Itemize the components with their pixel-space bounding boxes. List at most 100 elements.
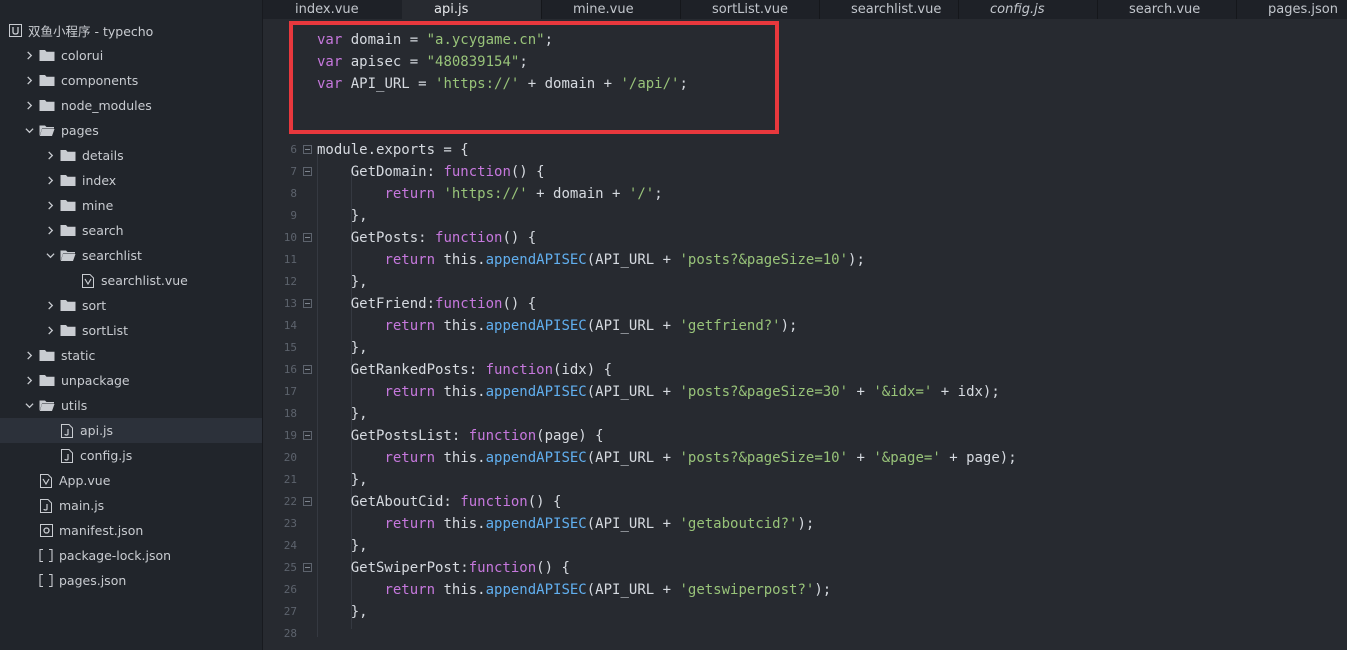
fold-toggle-icon[interactable] bbox=[303, 233, 312, 242]
tree-item-label: index bbox=[82, 173, 117, 188]
folder-unpackage[interactable]: unpackage bbox=[0, 368, 262, 393]
tab-mine-vue[interactable]: mine.vue bbox=[541, 0, 681, 19]
code-line[interactable]: 28 bbox=[263, 623, 1347, 645]
code-line[interactable]: 11 return this.appendAPISEC(API_URL + 'p… bbox=[263, 249, 1347, 271]
file-pages-json[interactable]: pages.json bbox=[0, 568, 262, 593]
folder-search[interactable]: search bbox=[0, 218, 262, 243]
code-text: GetPostsList: function(page) { bbox=[317, 428, 604, 444]
code-line[interactable]: 14 return this.appendAPISEC(API_URL + 'g… bbox=[263, 315, 1347, 337]
code-line[interactable]: 13 GetFriend:function() { bbox=[263, 293, 1347, 315]
code-line[interactable]: 21 }, bbox=[263, 469, 1347, 491]
folder-sortlist[interactable]: sortList bbox=[0, 318, 262, 343]
file-api-js[interactable]: api.js bbox=[0, 418, 262, 443]
code-text: }, bbox=[317, 340, 368, 356]
js-file-icon bbox=[60, 423, 74, 438]
file-main-js[interactable]: main.js bbox=[0, 493, 262, 518]
js-file-icon bbox=[60, 448, 74, 463]
line-number: 19 bbox=[283, 429, 297, 442]
chevron-down-icon[interactable] bbox=[22, 124, 36, 138]
code-line[interactable]: 12 }, bbox=[263, 271, 1347, 293]
chevron-right-icon[interactable] bbox=[43, 224, 57, 238]
folder-details[interactable]: details bbox=[0, 143, 262, 168]
folder-utils[interactable]: utils bbox=[0, 393, 262, 418]
line-number: 16 bbox=[283, 363, 297, 376]
tree-item-label: api.js bbox=[80, 423, 114, 438]
chevron-right-icon[interactable] bbox=[43, 324, 57, 338]
code-line[interactable]: 27 }, bbox=[263, 601, 1347, 623]
chevron-down-icon[interactable] bbox=[43, 249, 57, 263]
line-number: 17 bbox=[283, 385, 297, 398]
tab-pages-json[interactable]: pages.json bbox=[1236, 0, 1347, 19]
fold-toggle-icon[interactable] bbox=[303, 145, 312, 154]
file-package-lock-json[interactable]: package-lock.json bbox=[0, 543, 262, 568]
code-line[interactable]: 6 module.exports = { bbox=[263, 139, 1347, 161]
folder-icon bbox=[60, 324, 76, 338]
project-root[interactable]: 双鱼小程序 - typecho bbox=[0, 18, 262, 43]
folder-colorui[interactable]: colorui bbox=[0, 43, 262, 68]
code-text: }, bbox=[317, 274, 368, 290]
code-line[interactable]: 8 return 'https://' + domain + '/'; bbox=[263, 183, 1347, 205]
tab-searchlist-vue[interactable]: searchlist.vue bbox=[819, 0, 959, 19]
tab-sortlist-vue[interactable]: sortList.vue bbox=[680, 0, 820, 19]
line-number: 6 bbox=[290, 143, 297, 156]
folder-mine[interactable]: mine bbox=[0, 193, 262, 218]
tree-item-label: sort bbox=[82, 298, 107, 313]
fold-toggle-icon[interactable] bbox=[303, 299, 312, 308]
fold-toggle-icon[interactable] bbox=[303, 167, 312, 176]
chevron-right-icon[interactable] bbox=[43, 149, 57, 163]
folder-icon bbox=[39, 374, 55, 388]
code-line[interactable]: 16 GetRankedPosts: function(idx) { bbox=[263, 359, 1347, 381]
folder-node-modules[interactable]: node_modules bbox=[0, 93, 262, 118]
code-line[interactable]: 20 return this.appendAPISEC(API_URL + 'p… bbox=[263, 447, 1347, 469]
fold-toggle-icon[interactable] bbox=[303, 497, 312, 506]
folder-icon bbox=[39, 49, 55, 63]
code-text: return this.appendAPISEC(API_URL + 'getf… bbox=[384, 318, 798, 334]
code-line[interactable]: 10 GetPosts: function() { bbox=[263, 227, 1347, 249]
fold-toggle-icon[interactable] bbox=[303, 563, 312, 572]
code-line[interactable]: 23 return this.appendAPISEC(API_URL + 'g… bbox=[263, 513, 1347, 535]
chevron-right-icon[interactable] bbox=[22, 349, 36, 363]
chevron-right-icon[interactable] bbox=[43, 174, 57, 188]
code-line[interactable]: 18 }, bbox=[263, 403, 1347, 425]
chevron-right-icon[interactable] bbox=[22, 74, 36, 88]
fold-toggle-icon[interactable] bbox=[303, 365, 312, 374]
file-searchlist-vue[interactable]: searchlist.vue bbox=[0, 268, 262, 293]
code-line[interactable]: 15 }, bbox=[263, 337, 1347, 359]
code-line[interactable]: 24 }, bbox=[263, 535, 1347, 557]
tab-config-js[interactable]: config.js bbox=[958, 0, 1098, 19]
tab-index-vue[interactable]: index.vue bbox=[263, 0, 403, 19]
folder-icon bbox=[60, 174, 76, 188]
code-line[interactable]: 22 GetAboutCid: function() { bbox=[263, 491, 1347, 513]
code-line[interactable]: 26 return this.appendAPISEC(API_URL + 'g… bbox=[263, 579, 1347, 601]
line-number: 20 bbox=[283, 451, 297, 464]
tree-item-label: mine bbox=[82, 198, 114, 213]
code-line[interactable]: 7 GetDomain: function() { bbox=[263, 161, 1347, 183]
chevron-right-icon[interactable] bbox=[43, 199, 57, 213]
chevron-down-icon[interactable] bbox=[22, 399, 36, 413]
chevron-right-icon[interactable] bbox=[22, 99, 36, 113]
project-title: 双鱼小程序 - typecho bbox=[28, 24, 154, 39]
file-app-vue[interactable]: App.vue bbox=[0, 468, 262, 493]
folder-sort[interactable]: sort bbox=[0, 293, 262, 318]
line-number: 7 bbox=[290, 165, 297, 178]
tab-search-vue[interactable]: search.vue bbox=[1097, 0, 1237, 19]
folder-static[interactable]: static bbox=[0, 343, 262, 368]
code-line[interactable]: 19 GetPostsList: function(page) { bbox=[263, 425, 1347, 447]
line-number: 10 bbox=[283, 231, 297, 244]
folder-searchlist[interactable]: searchlist bbox=[0, 243, 262, 268]
chevron-right-icon[interactable] bbox=[22, 374, 36, 388]
fold-toggle-icon[interactable] bbox=[303, 431, 312, 440]
code-line[interactable]: 25 GetSwiperPost:function() { bbox=[263, 557, 1347, 579]
code-line[interactable]: 9 }, bbox=[263, 205, 1347, 227]
line-number: 23 bbox=[283, 517, 297, 530]
file-manifest-json[interactable]: manifest.json bbox=[0, 518, 262, 543]
chevron-right-icon[interactable] bbox=[22, 49, 36, 63]
file-config-js[interactable]: config.js bbox=[0, 443, 262, 468]
folder-index[interactable]: index bbox=[0, 168, 262, 193]
folder-components[interactable]: components bbox=[0, 68, 262, 93]
chevron-right-icon[interactable] bbox=[43, 299, 57, 313]
folder-pages[interactable]: pages bbox=[0, 118, 262, 143]
tree-item-label: main.js bbox=[59, 498, 105, 513]
code-line[interactable]: 17 return this.appendAPISEC(API_URL + 'p… bbox=[263, 381, 1347, 403]
tab-api-js[interactable]: api.js bbox=[402, 0, 542, 19]
